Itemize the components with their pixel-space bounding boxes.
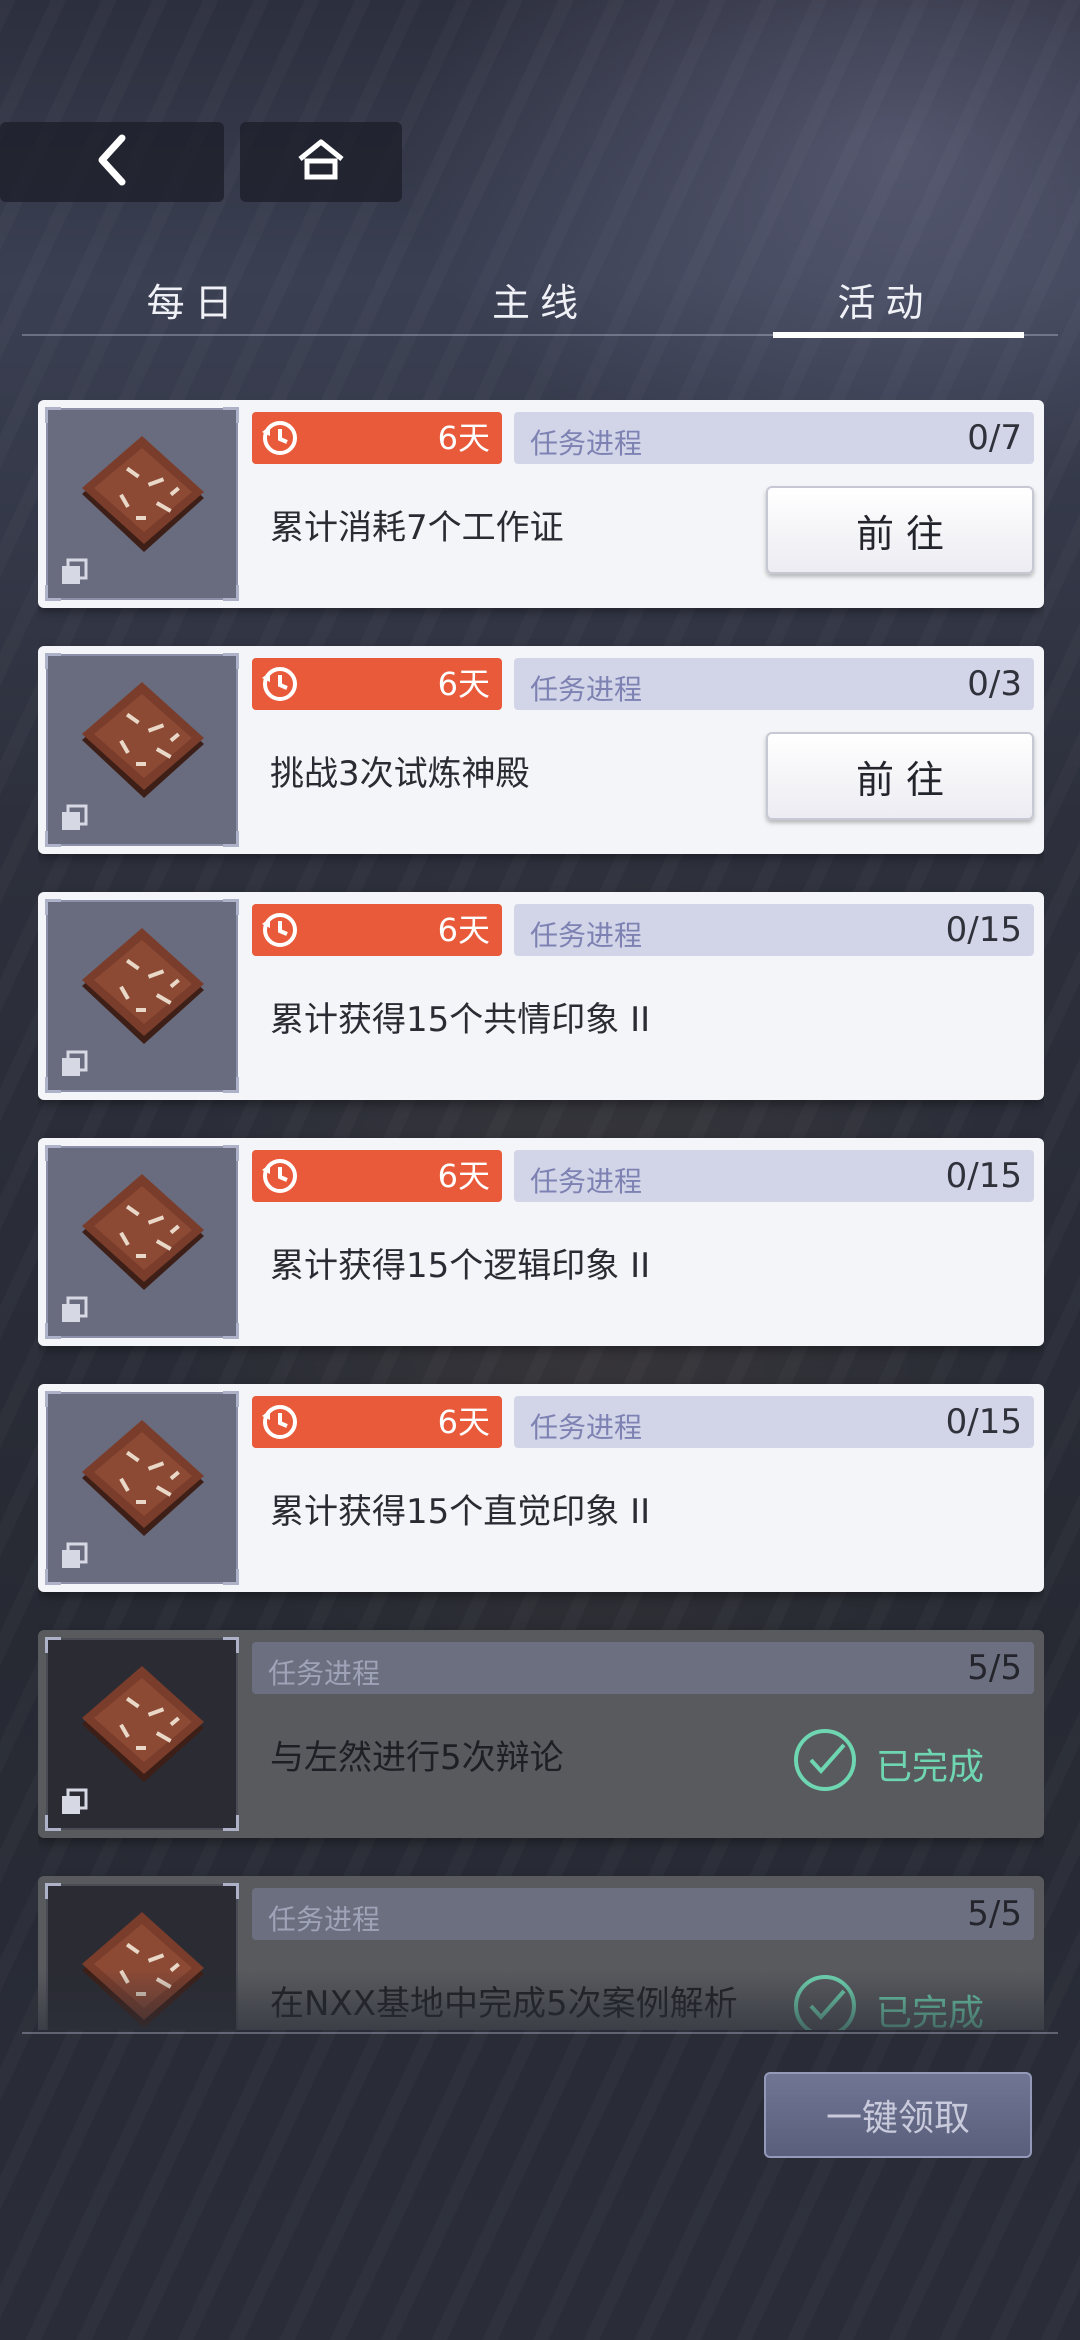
progress-label: 任务进程 xyxy=(530,919,643,952)
task-progress-bar: 任务进程 0/15 xyxy=(514,1150,1034,1202)
task-description: 累计获得15个逻辑印象 II xyxy=(270,1246,651,1286)
chocolate-icon xyxy=(72,1662,216,1810)
time-remaining-badge: 6天 xyxy=(252,658,502,710)
task-card: 任务进程 5/5 与左然进行5次辩论 已完成 xyxy=(38,1630,1044,1838)
stack-icon xyxy=(60,1050,88,1078)
stack-icon xyxy=(60,1296,88,1324)
completed-status: 已完成 xyxy=(792,1728,984,1796)
task-progress-bar: 任务进程 0/15 xyxy=(514,904,1034,956)
tab-main[interactable]: 主线 xyxy=(367,272,712,334)
progress-label: 任务进程 xyxy=(530,427,643,460)
chocolate-icon xyxy=(72,1416,216,1564)
days-remaining: 6天 xyxy=(437,665,490,703)
days-remaining: 6天 xyxy=(437,911,490,949)
reward-item-thumbnail[interactable] xyxy=(45,899,239,1093)
task-description: 与左然进行5次辩论 xyxy=(270,1738,564,1778)
completed-label: 已完成 xyxy=(875,1747,984,1788)
task-card: 6天 任务进程 0/15 累计获得15个逻辑印象 II xyxy=(38,1138,1044,1346)
task-card: 6天 任务进程 0/15 累计获得15个直觉印象 II xyxy=(38,1384,1044,1592)
progress-value: 0/15 xyxy=(945,1156,1022,1196)
reward-item-thumbnail[interactable] xyxy=(45,1391,239,1585)
task-progress-bar: 任务进程 0/7 xyxy=(514,412,1034,464)
tab-daily[interactable]: 每日 xyxy=(22,272,367,334)
reward-item-thumbnail[interactable] xyxy=(45,1145,239,1339)
task-list[interactable]: 6天 任务进程 0/7 累计消耗7个工作证 前往 6天 任务进程 0/3 挑战3次试炼神殿 前往 6… xyxy=(38,400,1044,2030)
clock-icon xyxy=(260,1156,300,1200)
home-icon xyxy=(296,137,346,187)
progress-value: 0/15 xyxy=(945,910,1022,950)
task-description: 挑战3次试炼神殿 xyxy=(270,754,530,794)
progress-value: 0/7 xyxy=(967,418,1022,458)
back-button[interactable] xyxy=(0,122,224,202)
chocolate-icon xyxy=(72,924,216,1072)
time-remaining-badge: 6天 xyxy=(252,904,502,956)
chocolate-icon xyxy=(72,1170,216,1318)
home-button[interactable] xyxy=(240,122,402,202)
task-card: 6天 任务进程 0/3 挑战3次试炼神殿 前往 xyxy=(38,646,1044,854)
time-remaining-badge: 6天 xyxy=(252,412,502,464)
chocolate-icon xyxy=(72,432,216,580)
list-fade xyxy=(38,1970,1044,2030)
tab-event[interactable]: 活动 xyxy=(713,272,1058,338)
task-progress-bar: 任务进程 5/5 xyxy=(252,1888,1034,1940)
days-remaining: 6天 xyxy=(437,419,490,457)
chevron-left-icon xyxy=(92,132,132,192)
progress-label: 任务进程 xyxy=(268,1657,381,1690)
stack-icon xyxy=(60,1788,88,1816)
progress-value: 0/3 xyxy=(967,664,1022,704)
reward-item-thumbnail[interactable] xyxy=(45,1637,239,1831)
clock-icon xyxy=(260,418,300,462)
time-remaining-badge: 6天 xyxy=(252,1150,502,1202)
task-card: 6天 任务进程 0/7 累计消耗7个工作证 前往 xyxy=(38,400,1044,608)
task-card: 6天 任务进程 0/15 累计获得15个共情印象 II xyxy=(38,892,1044,1100)
progress-label: 任务进程 xyxy=(530,1165,643,1198)
reward-item-thumbnail[interactable] xyxy=(45,653,239,847)
days-remaining: 6天 xyxy=(437,1403,490,1441)
progress-value: 5/5 xyxy=(967,1894,1022,1934)
clock-icon xyxy=(260,1402,300,1446)
go-button[interactable]: 前往 xyxy=(766,486,1034,574)
time-remaining-badge: 6天 xyxy=(252,1396,502,1448)
stack-icon xyxy=(60,558,88,586)
task-progress-bar: 任务进程 0/3 xyxy=(514,658,1034,710)
task-description: 累计获得15个直觉印象 II xyxy=(270,1492,651,1532)
go-button[interactable]: 前往 xyxy=(766,732,1034,820)
chocolate-icon xyxy=(72,678,216,826)
claim-all-button[interactable]: 一键领取 xyxy=(764,2072,1032,2158)
task-tabs: 每日 主线 活动 xyxy=(22,272,1058,338)
check-circle-icon xyxy=(792,1727,876,1802)
reward-item-thumbnail[interactable] xyxy=(45,407,239,601)
stack-icon xyxy=(60,1542,88,1570)
divider xyxy=(22,2032,1058,2034)
progress-value: 5/5 xyxy=(967,1648,1022,1688)
clock-icon xyxy=(260,910,300,954)
progress-value: 0/15 xyxy=(945,1402,1022,1442)
task-progress-bar: 任务进程 5/5 xyxy=(252,1642,1034,1694)
progress-label: 任务进程 xyxy=(530,1411,643,1444)
task-progress-bar: 任务进程 0/15 xyxy=(514,1396,1034,1448)
progress-label: 任务进程 xyxy=(530,673,643,706)
clock-icon xyxy=(260,664,300,708)
progress-label: 任务进程 xyxy=(268,1903,381,1936)
stack-icon xyxy=(60,804,88,832)
days-remaining: 6天 xyxy=(437,1157,490,1195)
task-description: 累计获得15个共情印象 II xyxy=(270,1000,651,1040)
task-description: 累计消耗7个工作证 xyxy=(270,508,564,548)
